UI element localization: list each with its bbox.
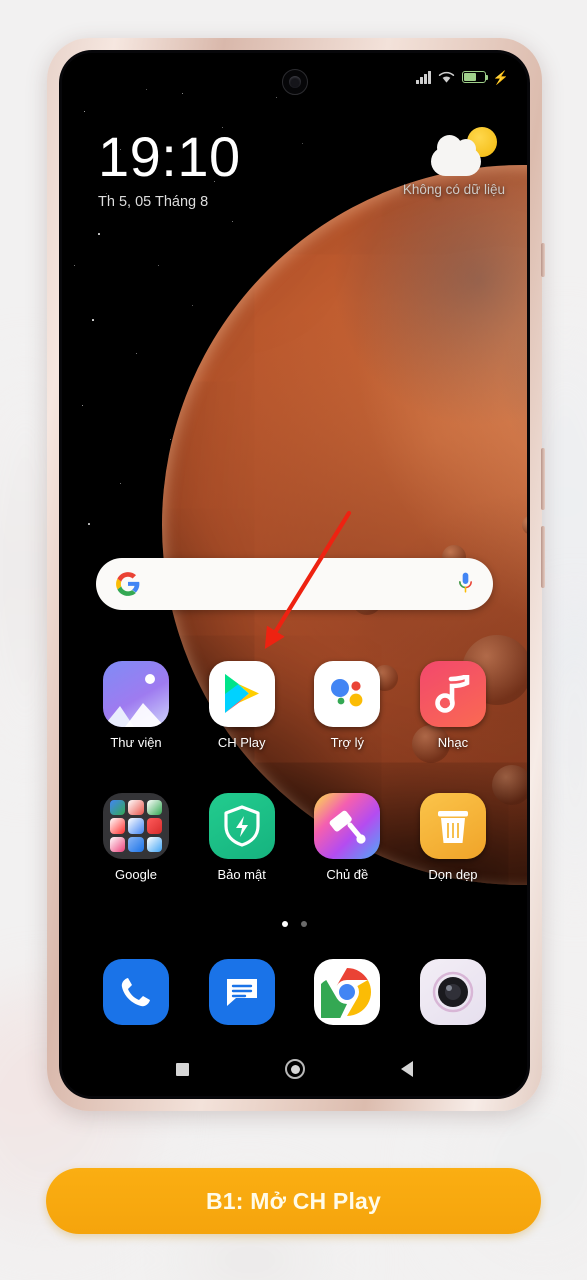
themes-roller-icon bbox=[314, 793, 381, 859]
camera-lens-shape bbox=[432, 971, 474, 1013]
cta-label: B1: Mở CH Play bbox=[205, 1187, 382, 1214]
chrome-logo-shape bbox=[321, 968, 372, 1018]
google-folder-icon bbox=[103, 793, 169, 859]
clock-widget[interactable]: 19:10 Th 5, 05 Tháng 8 bbox=[98, 125, 241, 211]
app-chu-de[interactable]: Chủ đề bbox=[299, 793, 395, 882]
front-camera-icon bbox=[281, 69, 308, 95]
power-button[interactable] bbox=[541, 243, 545, 277]
assistant-dots-shape bbox=[331, 679, 363, 707]
music-note-shape bbox=[435, 675, 470, 713]
gallery-mountain-shape bbox=[103, 703, 165, 727]
microphone-icon[interactable] bbox=[457, 571, 474, 597]
messages-icon bbox=[208, 959, 275, 1025]
chrome-icon bbox=[314, 959, 381, 1025]
weather-widget[interactable]: Không có dữ liệu bbox=[325, 127, 505, 197]
security-shield-icon bbox=[208, 793, 275, 859]
navigation-bar bbox=[62, 1042, 527, 1096]
volume-up-button[interactable] bbox=[541, 448, 545, 510]
camera-icon bbox=[419, 959, 486, 1025]
sun-behind-cloud-icon bbox=[429, 127, 499, 179]
app-label: Trợ lý bbox=[330, 735, 364, 750]
tutorial-screen: ⚡ 19:10 Th 5, 05 Tháng 8 Không có dữ liệ… bbox=[0, 0, 587, 1280]
shield-bolt-shape bbox=[224, 805, 260, 847]
page-dot-active[interactable] bbox=[282, 921, 288, 927]
page-dot[interactable] bbox=[301, 921, 307, 927]
google-g-icon bbox=[116, 572, 140, 596]
app-ch-play[interactable]: CH Play bbox=[194, 661, 290, 750]
app-bao-mat[interactable]: Bảo mật bbox=[194, 793, 290, 882]
signal-bars-icon bbox=[416, 70, 431, 84]
trash-bin-shape bbox=[437, 811, 468, 843]
wifi-icon bbox=[438, 71, 455, 83]
music-icon bbox=[419, 661, 486, 727]
dock-app-chrome[interactable] bbox=[299, 959, 395, 1025]
app-nhac[interactable]: Nhạc bbox=[405, 661, 501, 750]
app-label: Nhạc bbox=[437, 735, 469, 750]
page-indicator[interactable] bbox=[62, 921, 527, 927]
app-google-folder[interactable]: Google bbox=[88, 793, 184, 882]
google-assistant-icon bbox=[314, 661, 381, 727]
dock-app-messages[interactable] bbox=[194, 959, 290, 1025]
app-label: Thư viện bbox=[110, 735, 162, 750]
cloud-icon bbox=[431, 135, 481, 176]
volume-down-button[interactable] bbox=[541, 526, 545, 588]
cleaner-trash-icon bbox=[419, 793, 486, 859]
dock bbox=[88, 959, 501, 1025]
app-tro-ly[interactable]: Trợ lý bbox=[299, 661, 395, 750]
weather-status: Không có dữ liệu bbox=[402, 182, 505, 197]
play-store-icon bbox=[208, 661, 275, 727]
phone-screen: ⚡ 19:10 Th 5, 05 Tháng 8 Không có dữ liệ… bbox=[62, 53, 527, 1096]
phone-bezel: ⚡ 19:10 Th 5, 05 Tháng 8 Không có dữ liệ… bbox=[59, 50, 530, 1099]
clock-date: Th 5, 05 Tháng 8 bbox=[98, 194, 209, 210]
phone-mockup: ⚡ 19:10 Th 5, 05 Tháng 8 Không có dữ liệ… bbox=[47, 38, 545, 1111]
gallery-icon bbox=[103, 661, 169, 727]
speech-bubble-shape bbox=[226, 979, 257, 1006]
google-search-bar[interactable] bbox=[96, 558, 493, 610]
phone-icon bbox=[103, 959, 169, 1025]
recents-square-icon[interactable] bbox=[176, 1062, 189, 1076]
app-label: CH Play bbox=[217, 735, 266, 750]
app-row-1: Thư viện CH Play Trợ lý Nhạc bbox=[88, 661, 501, 750]
app-don-dep[interactable]: Dọn dẹp bbox=[405, 793, 501, 882]
paint-roller-shape bbox=[329, 810, 366, 844]
back-triangle-icon[interactable] bbox=[401, 1061, 413, 1077]
dock-app-phone[interactable] bbox=[88, 959, 184, 1025]
step-cta-button[interactable]: B1: Mở CH Play bbox=[46, 1168, 541, 1234]
home-circle-icon[interactable] bbox=[285, 1059, 305, 1079]
handset-shape bbox=[121, 978, 150, 1007]
battery-icon bbox=[461, 71, 489, 83]
charging-bolt-icon: ⚡ bbox=[492, 69, 509, 85]
app-label: Chủ đề bbox=[326, 867, 369, 882]
app-row-2: Google Bảo mật Chủ đề Dọn dẹp bbox=[88, 793, 501, 882]
app-label: Bảo mật bbox=[217, 867, 266, 882]
app-thu-vien[interactable]: Thư viện bbox=[88, 661, 184, 750]
clock-time: 19:10 bbox=[98, 125, 241, 188]
dock-app-camera[interactable] bbox=[405, 959, 501, 1025]
app-label: Google bbox=[115, 867, 157, 882]
app-label: Dọn dẹp bbox=[428, 867, 478, 882]
play-triangle-shape bbox=[224, 674, 259, 713]
gallery-sun-dot bbox=[145, 674, 155, 684]
